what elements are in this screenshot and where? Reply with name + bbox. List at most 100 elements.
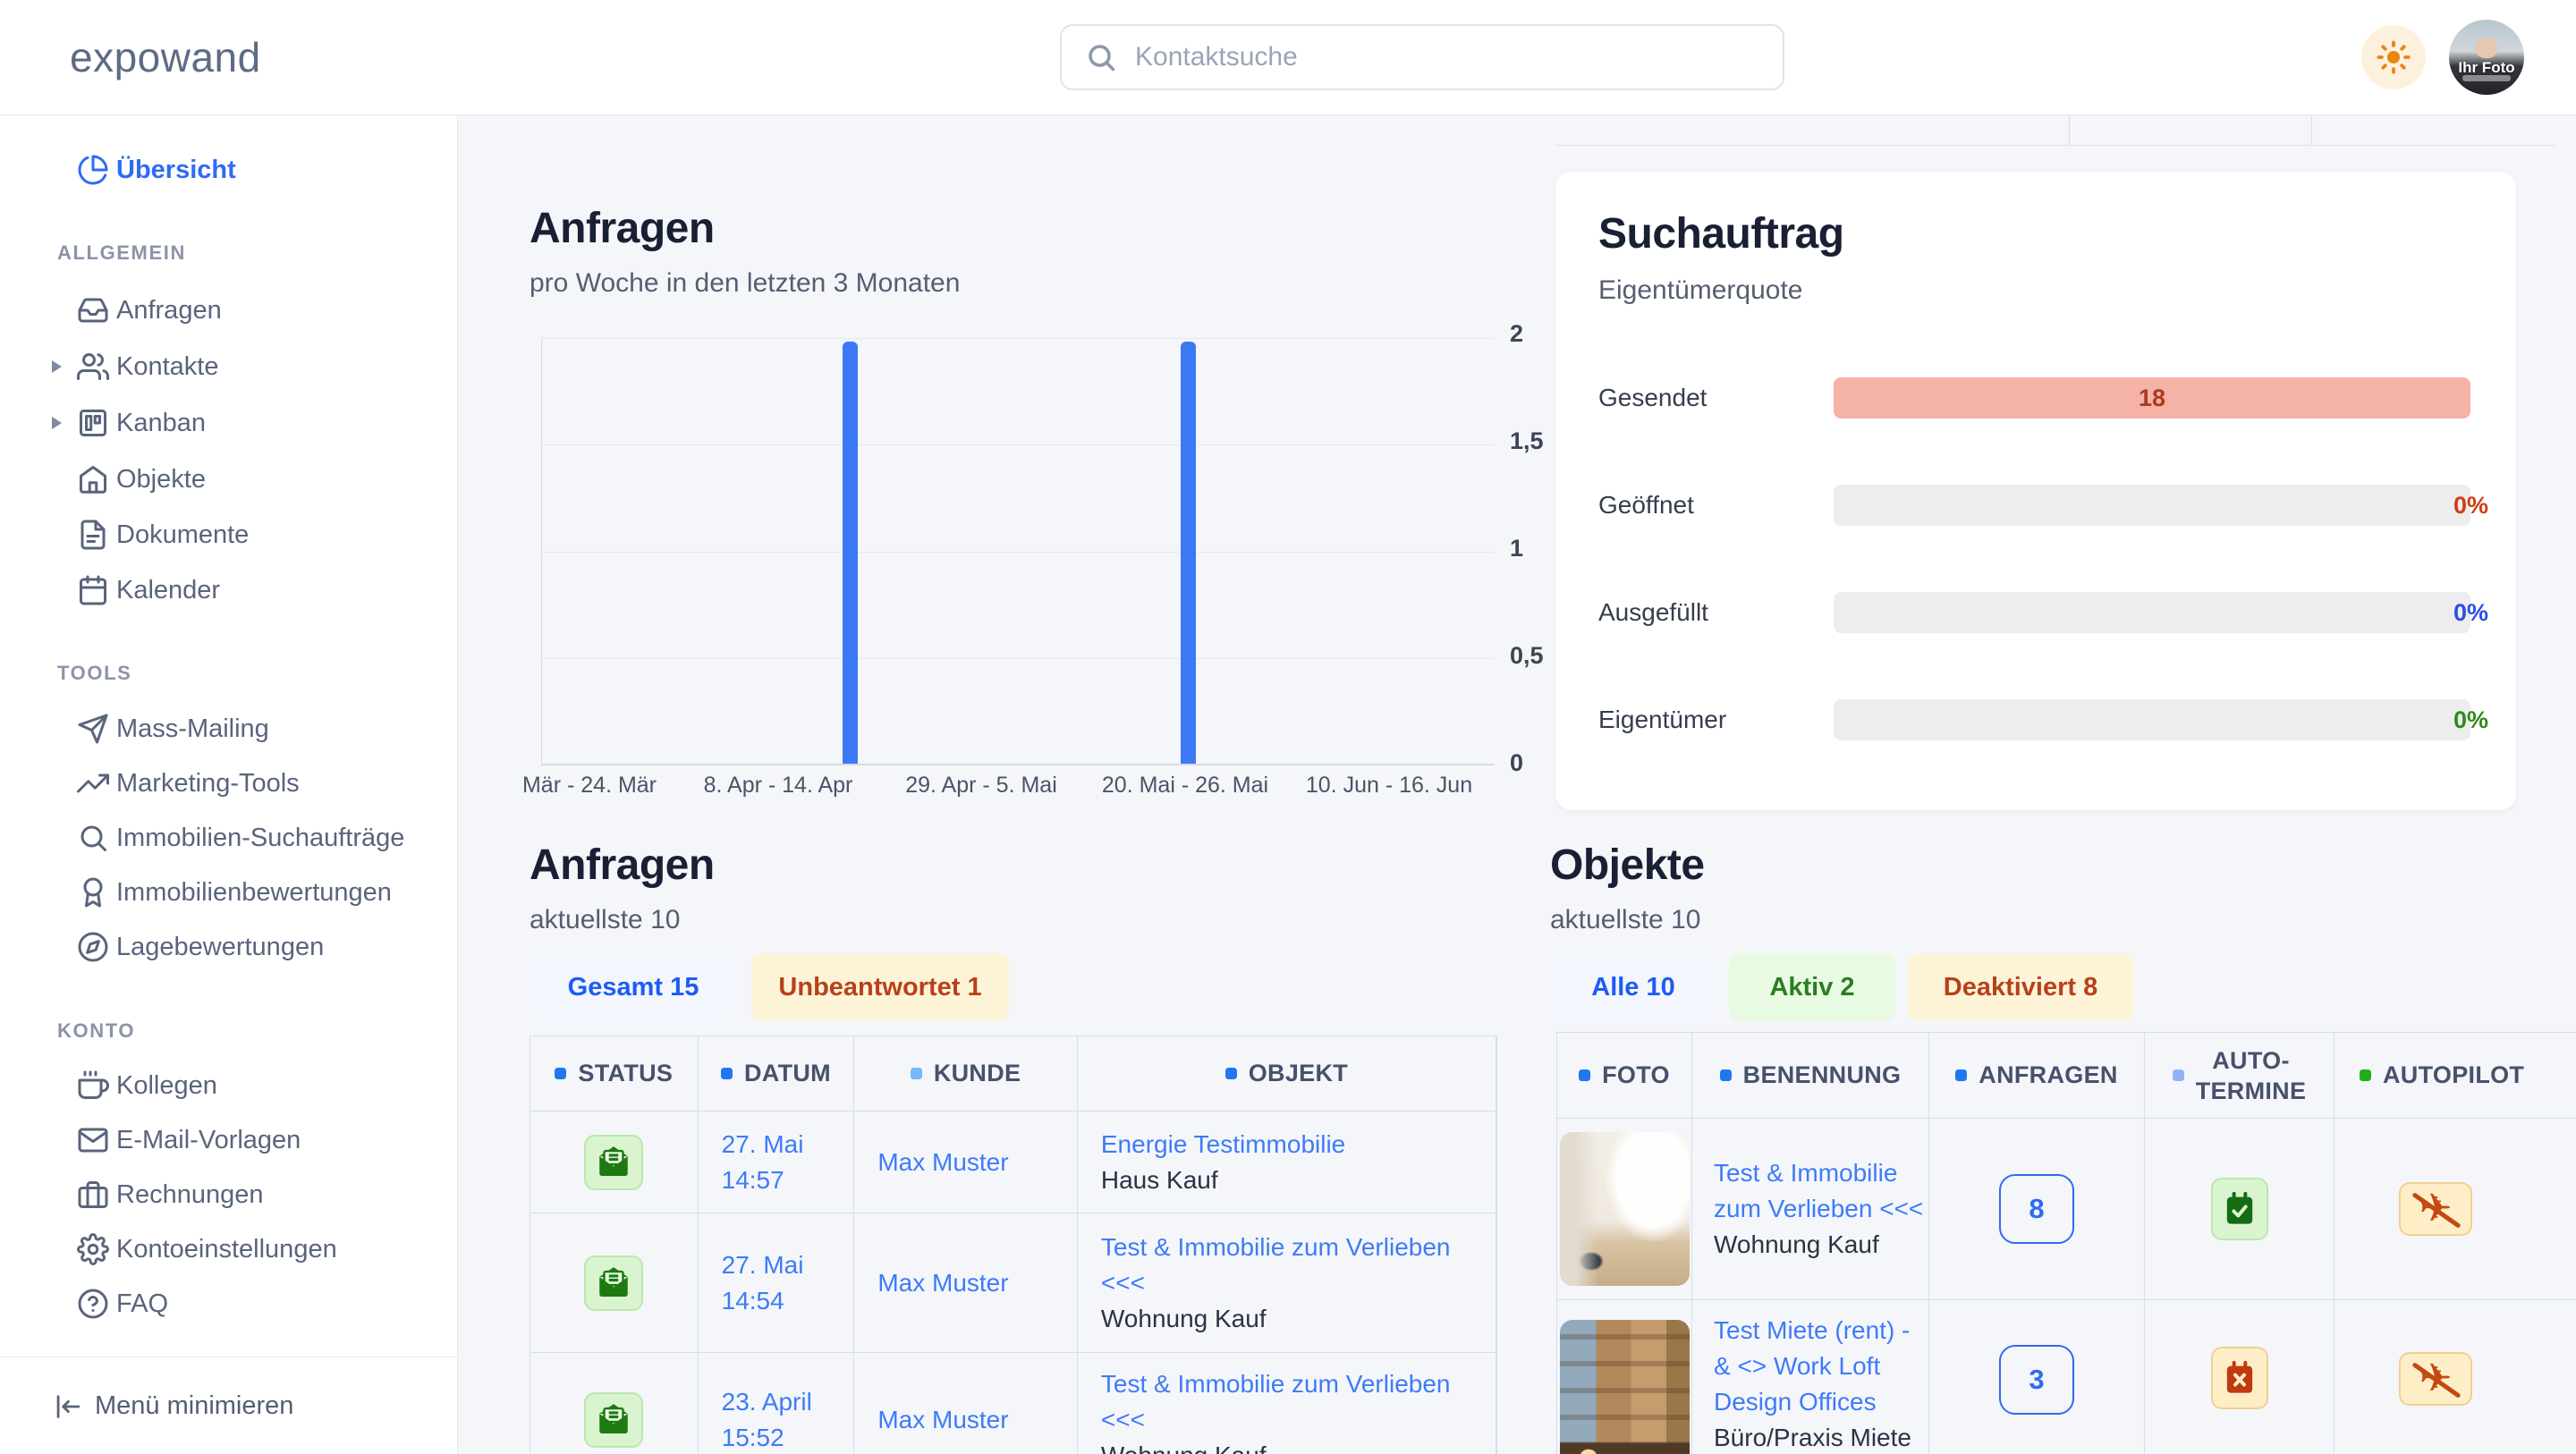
column-bullet-icon bbox=[1579, 1069, 1590, 1081]
quota-value: 18 bbox=[1834, 377, 2470, 418]
datum-cell[interactable]: 27. Mai14:54 bbox=[699, 1213, 855, 1352]
sidebar-item-objekte[interactable]: Objekte bbox=[0, 461, 457, 497]
app-logo[interactable]: expowand bbox=[70, 0, 261, 114]
sidebar: Übersicht ALLGEMEIN Anfragen Kontakte Ka… bbox=[0, 114, 458, 1454]
tab-label: Alle 10 bbox=[1591, 973, 1675, 1002]
sidebar-item-anfragen[interactable]: Anfragen bbox=[0, 292, 457, 328]
sidebar-item-mass-mailing[interactable]: Mass-Mailing bbox=[0, 711, 457, 747]
column-header-objekt[interactable]: OBJEKT bbox=[1078, 1036, 1496, 1111]
objekt-cell[interactable]: Energie TestimmobilieHaus Kauf bbox=[1078, 1112, 1496, 1213]
sidebar-item-email-vorlagen[interactable]: E-Mail-Vorlagen bbox=[0, 1122, 457, 1158]
column-header-kunde[interactable]: KUNDE bbox=[854, 1036, 1078, 1111]
anfragen-count-badge[interactable]: 8 bbox=[1999, 1174, 2074, 1244]
table-row: 27. Mai14:57 Max Muster Energie Testimmo… bbox=[530, 1112, 1496, 1213]
quota-value: 0% bbox=[2453, 485, 2488, 526]
benennung-cell[interactable]: Test & Immobiliezum Verlieben <<<Wohnung… bbox=[1692, 1119, 1929, 1299]
sidebar-item-faq[interactable]: FAQ bbox=[0, 1286, 457, 1322]
column-bullet-icon bbox=[721, 1068, 733, 1079]
gridline bbox=[542, 338, 1494, 339]
status-cell bbox=[530, 1112, 699, 1213]
gear-icon bbox=[77, 1233, 109, 1265]
pie-chart-icon bbox=[77, 154, 109, 186]
sidebar-item-kalender[interactable]: Kalender bbox=[0, 572, 457, 608]
anfragen-count-badge[interactable]: 3 bbox=[1999, 1345, 2074, 1415]
objekte-section-subtitle: aktuellste 10 bbox=[1550, 905, 1700, 935]
property-photo-interior[interactable] bbox=[1560, 1132, 1690, 1286]
sidebar-item-label: Kollegen bbox=[116, 1071, 217, 1101]
sidebar-item-label: FAQ bbox=[116, 1289, 168, 1319]
column-header-anfragen[interactable]: ANFRAGEN bbox=[1929, 1033, 2145, 1118]
tab-aktiv[interactable]: Aktiv 2 bbox=[1729, 953, 1895, 1021]
tab-label: Aktiv 2 bbox=[1769, 973, 1854, 1002]
calendar-check-icon bbox=[2211, 1178, 2268, 1240]
tab-unbeantwortet[interactable]: Unbeantwortet 1 bbox=[751, 953, 1009, 1021]
sidebar-item-label: Mass-Mailing bbox=[116, 714, 269, 744]
autopilot-cell: ✈ bbox=[2334, 1300, 2576, 1454]
column-header-status[interactable]: STATUS bbox=[530, 1036, 699, 1111]
sidebar-item-uebersicht[interactable]: Übersicht bbox=[0, 152, 457, 188]
inbox-icon bbox=[77, 294, 109, 326]
sidebar-item-label: Dokumente bbox=[116, 520, 249, 550]
property-photo-building[interactable] bbox=[1560, 1320, 1690, 1454]
quota-label: Gesendet bbox=[1598, 377, 1707, 418]
sidebar-item-kontakte[interactable]: Kontakte bbox=[0, 349, 457, 385]
anfragen-section-title: Anfragen bbox=[530, 841, 715, 890]
sidebar-item-immobilienbewertungen[interactable]: Immobilienbewertungen bbox=[0, 875, 457, 910]
tab-deaktiviert[interactable]: Deaktiviert 8 bbox=[1908, 953, 2133, 1021]
sidebar-item-kanban[interactable]: Kanban bbox=[0, 405, 457, 441]
objekte-table-header: FOTO BENENNUNG ANFRAGEN AUTO-TERMINE AUT… bbox=[1557, 1033, 2576, 1119]
tab-alle[interactable]: Alle 10 bbox=[1550, 953, 1716, 1021]
suchauftrag-card: Suchauftrag Eigentümerquote Gesendet 18 … bbox=[1555, 172, 2516, 810]
chevron-right-icon[interactable] bbox=[52, 417, 62, 429]
sidebar-item-label: Immobilienbewertungen bbox=[116, 878, 392, 908]
objekte-table: FOTO BENENNUNG ANFRAGEN AUTO-TERMINE AUT… bbox=[1556, 1032, 2576, 1454]
anfragen-bar-chart bbox=[541, 338, 1494, 765]
sidebar-item-immobilien-suchauftraege[interactable]: Immobilien-Suchaufträge bbox=[0, 820, 457, 856]
sidebar-item-label: Immobilien-Suchaufträge bbox=[116, 824, 404, 853]
column-header-auto-termine[interactable]: AUTO-TERMINE bbox=[2145, 1033, 2334, 1118]
tab-label: Deaktiviert 8 bbox=[1944, 973, 2098, 1002]
sidebar-item-rechnungen[interactable]: Rechnungen bbox=[0, 1177, 457, 1213]
file-text-icon bbox=[77, 519, 109, 551]
datum-cell[interactable]: 27. Mai14:57 bbox=[699, 1112, 855, 1213]
top-bar: expowand Ihr Foto bbox=[0, 0, 2576, 115]
sidebar-item-kontoeinstellungen[interactable]: Kontoeinstellungen bbox=[0, 1231, 457, 1267]
collapse-menu-button[interactable]: Menü minimieren bbox=[0, 1357, 457, 1454]
sidebar-item-dokumente[interactable]: Dokumente bbox=[0, 517, 457, 553]
search-icon bbox=[77, 822, 109, 854]
autopilot-cell: ✈ bbox=[2334, 1119, 2576, 1299]
search-icon bbox=[1085, 41, 1117, 73]
objekt-cell[interactable]: Test & Immobilie zum Verlieben<<<Wohnung… bbox=[1078, 1353, 1496, 1454]
mail-open-icon bbox=[584, 1255, 643, 1311]
status-cell bbox=[530, 1213, 699, 1352]
sidebar-item-lagebewertungen[interactable]: Lagebewertungen bbox=[0, 929, 457, 965]
kunde-cell[interactable]: Max Muster bbox=[854, 1112, 1078, 1213]
quota-label: Eigentümer bbox=[1598, 699, 1726, 740]
quota-bar-gesendet: 18 bbox=[1834, 377, 2470, 418]
chart-subtitle: pro Woche in den letzten 3 Monaten bbox=[530, 268, 960, 299]
status-cell bbox=[530, 1353, 699, 1454]
tab-gesamt[interactable]: Gesamt 15 bbox=[530, 953, 737, 1021]
gridline bbox=[542, 552, 1494, 553]
mail-open-icon bbox=[584, 1135, 643, 1190]
kunde-cell[interactable]: Max Muster bbox=[854, 1213, 1078, 1352]
contact-search[interactable] bbox=[1060, 24, 1784, 90]
chevron-right-icon[interactable] bbox=[52, 360, 62, 373]
sidebar-item-kollegen[interactable]: Kollegen bbox=[0, 1068, 457, 1103]
kunde-cell[interactable]: Max Muster bbox=[854, 1353, 1078, 1454]
column-header-foto[interactable]: FOTO bbox=[1557, 1033, 1692, 1118]
user-avatar[interactable]: Ihr Foto bbox=[2449, 20, 2524, 95]
search-input[interactable] bbox=[1133, 41, 1759, 73]
datum-cell[interactable]: 23. April15:52 bbox=[699, 1353, 855, 1454]
objekt-cell[interactable]: Test & Immobilie zum Verlieben<<<Wohnung… bbox=[1078, 1213, 1496, 1352]
calendar-x-icon bbox=[2211, 1347, 2268, 1409]
benennung-cell[interactable]: Test Miete (rent) -& <> Work LoftDesign … bbox=[1692, 1300, 1929, 1454]
theme-toggle-button[interactable] bbox=[2361, 25, 2426, 89]
column-header-datum[interactable]: DATUM bbox=[699, 1036, 855, 1111]
column-header-benennung[interactable]: BENENNUNG bbox=[1692, 1033, 1929, 1118]
gridline bbox=[542, 658, 1494, 659]
home-icon bbox=[77, 463, 109, 495]
sidebar-item-label: Kontakte bbox=[116, 352, 218, 382]
column-header-autopilot[interactable]: AUTOPILOT bbox=[2334, 1033, 2576, 1118]
sidebar-item-marketing-tools[interactable]: Marketing-Tools bbox=[0, 765, 457, 801]
